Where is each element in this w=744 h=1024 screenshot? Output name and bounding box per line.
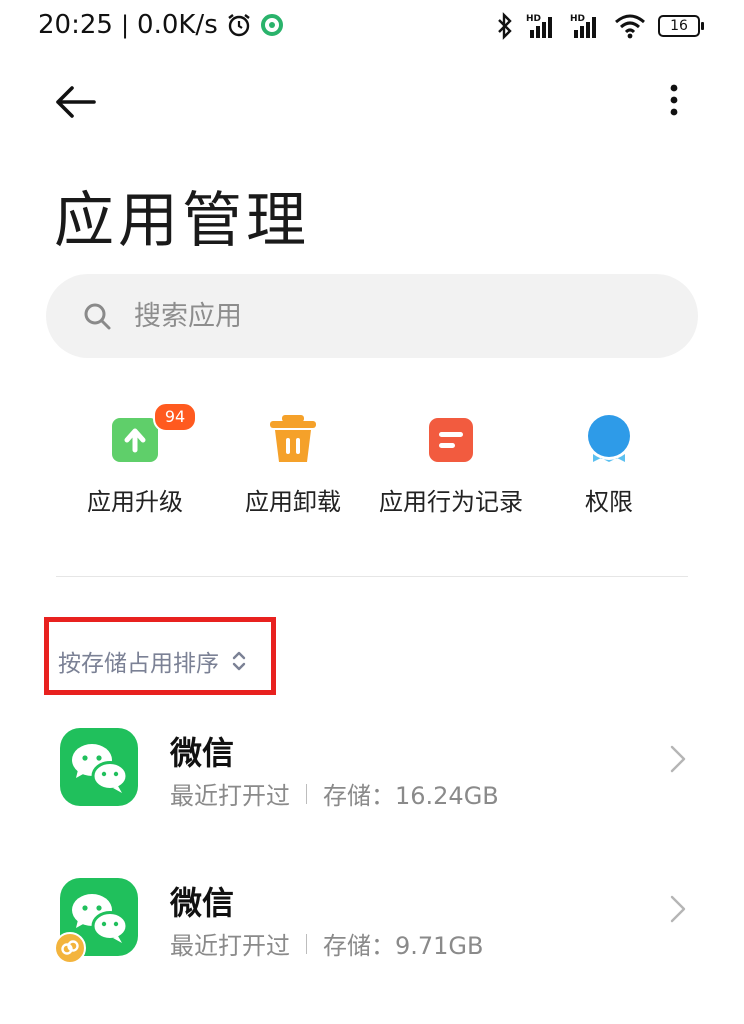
quick-action-label: 应用升级 xyxy=(87,488,183,516)
app-list-item[interactable]: 微信 最近打开过 存储：16.24GB xyxy=(0,718,744,838)
app-list-item[interactable]: 微信 最近打开过 存储：9.71GB xyxy=(0,868,744,988)
search-input[interactable] xyxy=(132,299,656,333)
search-bar[interactable] xyxy=(46,274,698,358)
bluetooth-icon xyxy=(498,12,512,40)
quick-action-label: 应用卸载 xyxy=(245,488,341,516)
app-name: 微信 xyxy=(170,734,235,772)
app-meta: 最近打开过 存储：16.24GB xyxy=(170,776,499,811)
status-left: 20:25 | 0.0K/s xyxy=(38,10,284,40)
hd-signal-icon: HD xyxy=(570,14,596,38)
trash-icon xyxy=(270,415,316,462)
app-notification-icon xyxy=(260,14,283,36)
behavior-record-icon xyxy=(429,418,473,462)
app-storage: 存储：16.24GB xyxy=(323,782,499,810)
app-last-opened: 最近打开过 xyxy=(170,932,290,960)
chevron-right-icon xyxy=(670,745,686,773)
quick-actions: 94 应用升级 应用卸载 应用行为记录 权限 xyxy=(0,400,744,530)
dual-app-icon xyxy=(54,932,86,964)
svg-text:HD: HD xyxy=(570,14,585,24)
wechat-app-icon xyxy=(54,878,138,964)
top-bar xyxy=(0,70,744,134)
meta-separator xyxy=(306,933,307,954)
more-vertical-icon xyxy=(670,84,678,116)
app-storage: 存储：9.71GB xyxy=(323,932,484,960)
meta-separator xyxy=(306,783,307,804)
back-button[interactable] xyxy=(50,80,102,124)
quick-action-behavior-record[interactable]: 应用行为记录 xyxy=(366,400,536,520)
quick-action-permissions[interactable]: 权限 xyxy=(524,400,694,520)
wechat-app-icon xyxy=(60,728,138,806)
quick-action-label: 应用行为记录 xyxy=(379,488,523,516)
alarm-icon xyxy=(228,14,250,37)
app-meta: 最近打开过 存储：9.71GB xyxy=(170,926,484,961)
battery-indicator: 16 xyxy=(658,15,704,37)
status-bar: 20:25 | 0.0K/s HD HD 16 xyxy=(0,0,744,58)
quick-action-label: 权限 xyxy=(585,488,633,516)
quick-action-app-upgrade[interactable]: 94 应用升级 xyxy=(50,400,220,520)
svg-text:HD: HD xyxy=(526,14,541,24)
wifi-icon xyxy=(615,14,645,39)
chevron-right-icon xyxy=(670,895,686,923)
section-divider xyxy=(56,576,688,577)
permission-icon xyxy=(588,415,630,462)
app-last-opened: 最近打开过 xyxy=(170,782,290,810)
app-name: 微信 xyxy=(170,884,235,922)
back-arrow-icon xyxy=(56,86,96,118)
status-time: 20:25 xyxy=(38,10,113,40)
highlight-annotation xyxy=(44,617,276,695)
upgrade-count-badge: 94 xyxy=(153,402,197,432)
status-right: HD HD 16 xyxy=(496,12,704,40)
search-icon xyxy=(84,303,111,330)
more-options-button[interactable] xyxy=(656,80,692,124)
hd-signal-icon: HD xyxy=(526,14,552,38)
status-separator: | xyxy=(120,11,130,39)
page-title: 应用管理 xyxy=(54,186,310,256)
wechat-icon xyxy=(72,744,129,793)
network-speed: 0.0K/s xyxy=(137,10,218,40)
quick-action-app-uninstall[interactable]: 应用卸载 xyxy=(208,400,378,520)
